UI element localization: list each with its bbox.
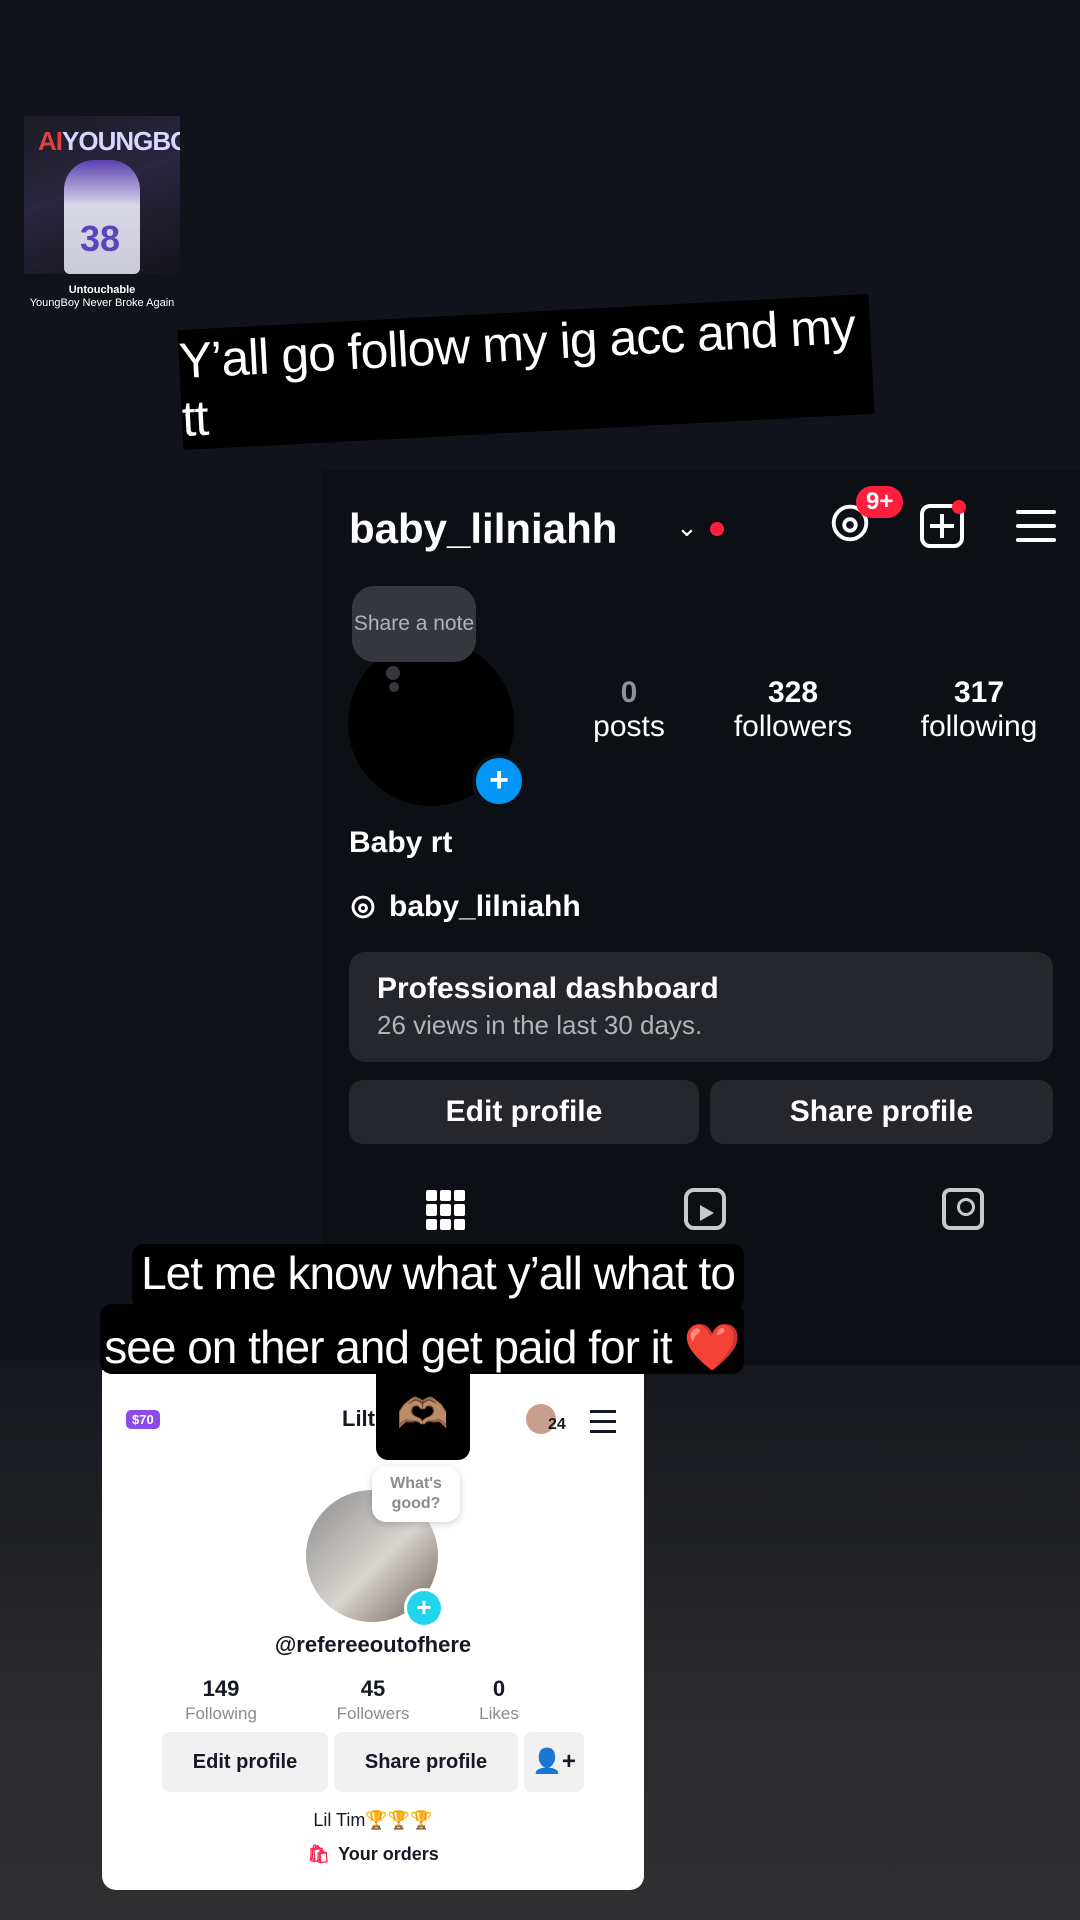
dashboard-title: Professional dashboard [377, 972, 719, 1005]
posts-count: 0 [620, 676, 638, 709]
following-label: Following [185, 1704, 257, 1723]
album-cover-number: 38 [80, 218, 121, 259]
edit-profile-button[interactable]: Edit profile [162, 1732, 328, 1792]
tt-handle: @refereeoutofhere [274, 1632, 472, 1657]
chevron-down-icon[interactable]: ⌄ [676, 512, 698, 543]
followers-count: 328 [767, 676, 819, 709]
album-cover: AIYOUNGBOY 38 [24, 116, 180, 274]
display-name: Baby rt [349, 826, 453, 859]
ig-username[interactable]: baby_lilniahh [349, 505, 617, 553]
followers-count: 45 [360, 1676, 386, 1701]
instagram-profile-screenshot: baby_lilniahh ⌄ 9+ Share a note + 0 post… [322, 470, 1080, 1365]
grid-icon[interactable] [426, 1190, 466, 1230]
following-count: 317 [953, 676, 1005, 709]
notification-dot [710, 522, 724, 536]
stat-likes[interactable]: 0 Likes [434, 1676, 564, 1724]
music-title: Untouchable [68, 284, 136, 296]
share-profile-button[interactable]: Share profile [334, 1732, 518, 1792]
followers-label: Followers [336, 1704, 410, 1723]
menu-icon[interactable] [590, 1410, 616, 1440]
music-sticker[interactable]: AIYOUNGBOY 38 Untouchable YoungBoy Never… [24, 116, 180, 310]
heart-hands-emoji: 🫶🏽 [396, 1390, 450, 1437]
stat-following[interactable]: 149 Following [156, 1676, 286, 1724]
shopping-bag-icon: 🛍 [307, 1844, 331, 1864]
reels-icon[interactable] [684, 1188, 726, 1230]
tiktok-profile-screenshot: $70 Lilt 24 + What's good? @refereeoutof… [102, 1370, 644, 1890]
dashboard-subtitle: 26 views in the last 30 days. [377, 1010, 703, 1040]
stat-followers[interactable]: 45 Followers [308, 1676, 438, 1724]
notification-count: 24 [548, 1416, 566, 1433]
coin-badge[interactable]: $70 [126, 1410, 160, 1429]
likes-label: Likes [479, 1704, 519, 1723]
followers-label: followers [733, 710, 853, 743]
caption-bottom-line1: Let me know what y’all what to [141, 1247, 736, 1299]
share-note-bubble[interactable]: Share a note [352, 586, 476, 662]
create-post-dot [952, 500, 966, 514]
heart-emoji: ❤️ [683, 1321, 740, 1373]
note-bubble-tail [386, 666, 400, 680]
professional-dashboard[interactable]: Professional dashboard 26 views in the l… [349, 952, 1053, 1062]
threads-link[interactable]: baby_lilniahh [349, 890, 581, 924]
likes-count: 0 [492, 1676, 506, 1701]
edit-profile-button[interactable]: Edit profile [349, 1080, 699, 1144]
add-story-icon[interactable]: + [472, 754, 526, 808]
threads-badge: 9+ [856, 486, 904, 518]
share-profile-button[interactable]: Share profile [710, 1080, 1053, 1144]
menu-icon[interactable] [1016, 510, 1056, 552]
your-orders-link[interactable]: 🛍 Your orders [102, 1844, 644, 1865]
tt-profile-name: Lilt [342, 1406, 375, 1431]
bio: Lil Tim🏆🏆🏆 [313, 1810, 433, 1830]
add-story-icon[interactable]: + [404, 1588, 444, 1628]
note-bubble-tail-small [389, 682, 399, 692]
music-artist: YoungBoy Never Broke Again [29, 297, 175, 309]
caption-top: Y’all go follow my ig acc and my tt [177, 293, 875, 451]
orders-label: Your orders [338, 1844, 439, 1864]
tagged-icon[interactable] [942, 1188, 984, 1230]
posts-label: posts [593, 710, 665, 743]
following-label: following [920, 710, 1038, 743]
add-friend-icon[interactable]: 👤+ [524, 1732, 584, 1792]
caption-bottom-line2: see on ther and get paid for it ❤️ [104, 1321, 740, 1373]
stat-posts[interactable]: 0 posts [564, 676, 694, 744]
note-bubble[interactable]: What's good? [372, 1466, 460, 1522]
following-count: 149 [202, 1676, 240, 1701]
threads-icon [351, 895, 375, 919]
threads-handle: baby_lilniahh [389, 890, 581, 923]
stat-followers[interactable]: 328 followers [718, 676, 868, 744]
album-cover-title: AIYOUNGBOY [38, 126, 180, 156]
stat-following[interactable]: 317 following [904, 676, 1054, 744]
